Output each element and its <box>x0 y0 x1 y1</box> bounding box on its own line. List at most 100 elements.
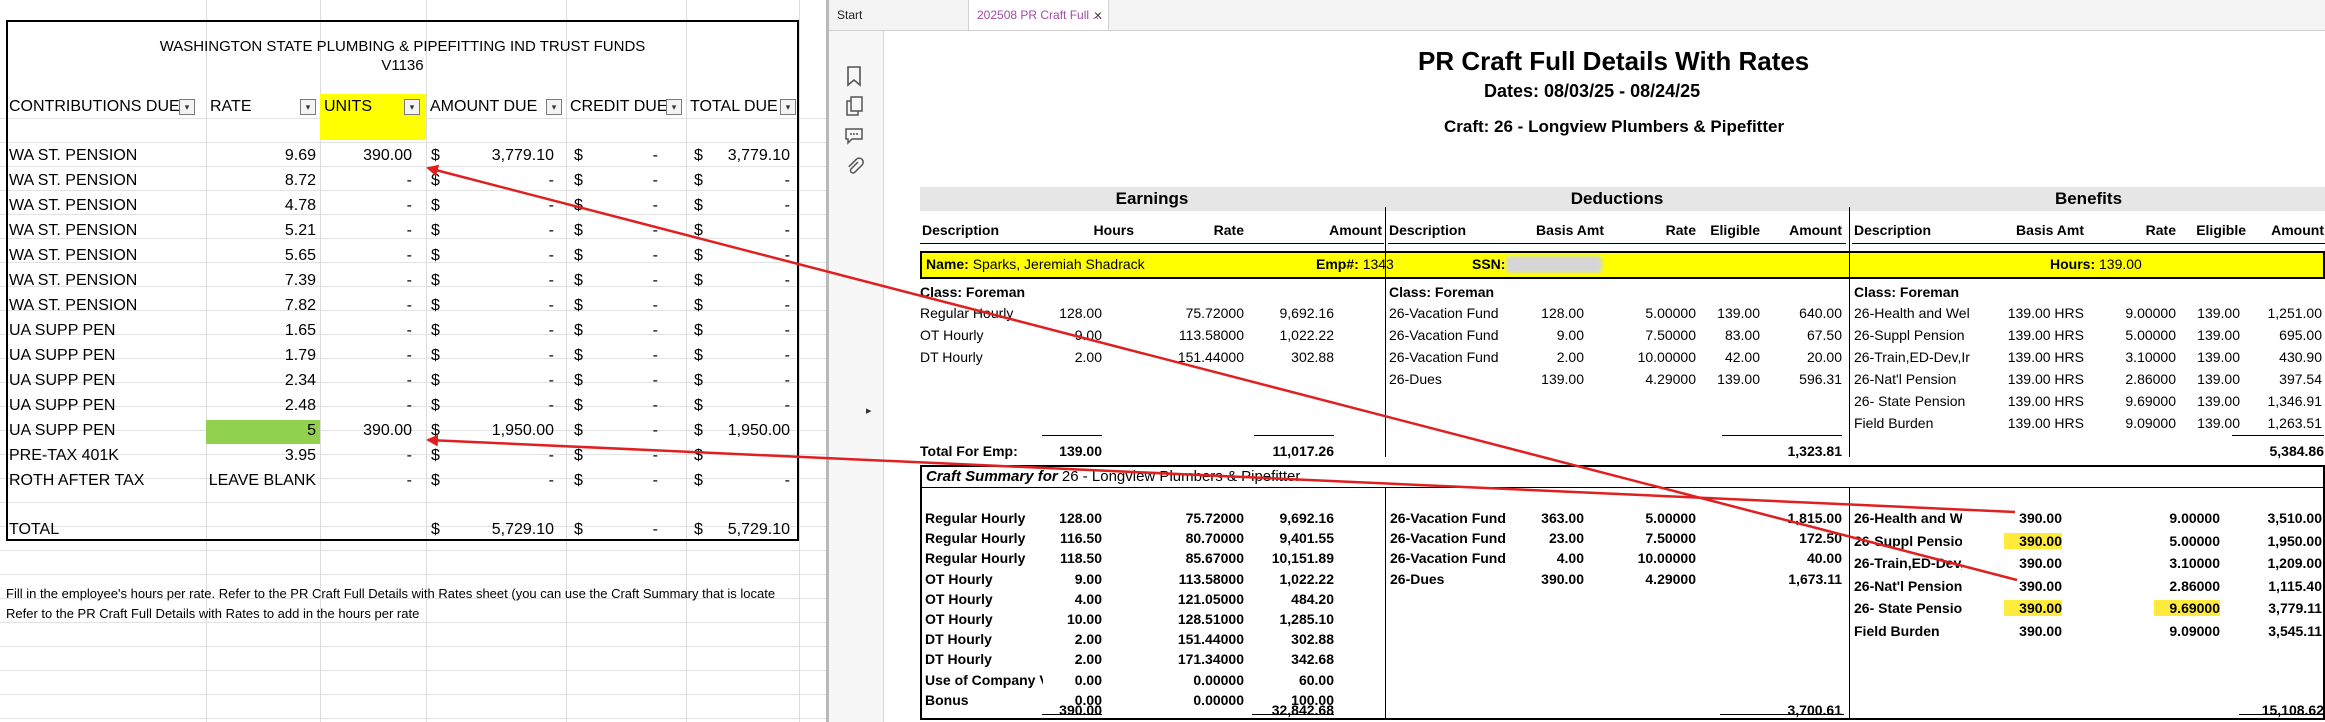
total-due-cell[interactable]: - <box>700 319 790 343</box>
rate-cell[interactable]: 8.72 <box>206 169 316 193</box>
credit-due-cell[interactable]: - <box>574 269 658 293</box>
total-due-cell[interactable]: - <box>700 394 790 418</box>
amount-due-cell[interactable]: - <box>440 219 554 243</box>
contribution-name[interactable]: PRE-TAX 401K <box>9 444 119 468</box>
credit-due-cell[interactable]: - <box>574 369 658 393</box>
credit-due-cell[interactable]: - <box>574 219 658 243</box>
column-header[interactable]: AMOUNT DUE ▾ <box>430 94 566 120</box>
units-cell[interactable]: - <box>320 269 412 293</box>
column-header[interactable]: TOTAL DUE ▾ <box>690 94 800 120</box>
bookmark-icon[interactable] <box>843 65 865 87</box>
credit-due-cell[interactable]: - <box>574 419 658 443</box>
total-due-cell[interactable]: - <box>700 344 790 368</box>
filter-dropdown-icon[interactable]: ▾ <box>666 99 682 115</box>
total-due-cell[interactable]: - <box>700 444 790 468</box>
amount-due-cell[interactable]: - <box>440 469 554 493</box>
total-due-cell[interactable]: - <box>700 219 790 243</box>
total-due-cell[interactable]: - <box>700 269 790 293</box>
credit-due-cell[interactable]: - <box>574 244 658 268</box>
contribution-name[interactable]: UA SUPP PEN <box>9 369 115 393</box>
contribution-name[interactable]: WA ST. PENSION <box>9 219 137 243</box>
rate-cell[interactable]: 2.48 <box>206 394 316 418</box>
units-cell[interactable]: 390.00 <box>320 419 412 443</box>
amount-due-cell[interactable]: - <box>440 344 554 368</box>
rate-cell[interactable]: 3.95 <box>206 444 316 468</box>
instruction-note[interactable]: Fill in the employee's hours per rate. R… <box>6 586 775 601</box>
contribution-name[interactable]: WA ST. PENSION <box>9 144 137 168</box>
column-header[interactable]: CREDIT DUE ▾ <box>570 94 686 120</box>
amount-due-cell[interactable]: - <box>440 369 554 393</box>
rate-cell[interactable]: 5.21 <box>206 219 316 243</box>
total-total-due[interactable]: 5,729.10 <box>700 518 790 542</box>
column-header[interactable]: RATE ▾ <box>210 94 320 120</box>
rate-cell[interactable]: 1.65 <box>206 319 316 343</box>
units-cell[interactable]: - <box>320 444 412 468</box>
credit-due-cell[interactable]: - <box>574 169 658 193</box>
attachment-icon[interactable] <box>843 155 865 177</box>
credit-due-cell[interactable]: - <box>574 394 658 418</box>
units-cell[interactable]: - <box>320 369 412 393</box>
units-cell[interactable]: - <box>320 294 412 318</box>
contribution-name[interactable]: UA SUPP PEN <box>9 344 115 368</box>
pages-icon[interactable] <box>843 95 865 117</box>
amount-due-cell[interactable]: - <box>440 294 554 318</box>
total-amount-due[interactable]: 5,729.10 <box>440 518 554 542</box>
filter-dropdown-icon[interactable]: ▾ <box>300 99 316 115</box>
units-cell[interactable]: - <box>320 469 412 493</box>
rate-cell[interactable]: 4.78 <box>206 194 316 218</box>
amount-due-cell[interactable]: - <box>440 394 554 418</box>
contribution-name[interactable]: WA ST. PENSION <box>9 294 137 318</box>
rate-cell[interactable]: LEAVE BLANK <box>206 469 316 493</box>
amount-due-cell[interactable]: - <box>440 244 554 268</box>
tab-start[interactable]: Start <box>829 0 969 30</box>
close-icon[interactable]: × <box>1094 0 1102 30</box>
amount-due-cell[interactable]: 3,779.10 <box>440 144 554 168</box>
rate-cell[interactable]: 2.34 <box>206 369 316 393</box>
total-due-cell[interactable]: - <box>700 369 790 393</box>
filter-dropdown-icon[interactable]: ▾ <box>546 99 562 115</box>
amount-due-cell[interactable]: - <box>440 169 554 193</box>
contribution-name[interactable]: WA ST. PENSION <box>9 244 137 268</box>
contribution-name[interactable]: UA SUPP PEN <box>9 419 115 443</box>
credit-due-cell[interactable]: - <box>574 294 658 318</box>
units-cell[interactable]: - <box>320 194 412 218</box>
total-label[interactable]: TOTAL <box>9 518 59 542</box>
rate-cell[interactable]: 5.65 <box>206 244 316 268</box>
column-header[interactable]: CONTRIBUTIONS DUE ▾ <box>9 94 199 120</box>
total-due-cell[interactable]: - <box>700 194 790 218</box>
amount-due-cell[interactable]: - <box>440 269 554 293</box>
filter-dropdown-icon[interactable]: ▾ <box>179 99 195 115</box>
units-cell[interactable]: - <box>320 219 412 243</box>
credit-due-cell[interactable]: - <box>574 344 658 368</box>
contribution-name[interactable]: UA SUPP PEN <box>9 394 115 418</box>
contribution-name[interactable]: UA SUPP PEN <box>9 319 115 343</box>
total-credit-due[interactable]: - <box>574 518 658 542</box>
units-cell[interactable]: - <box>320 344 412 368</box>
tab-document[interactable]: 202508 PR Craft Full ... × <box>969 0 1109 30</box>
amount-due-cell[interactable]: 1,950.00 <box>440 419 554 443</box>
instruction-note[interactable]: Refer to the PR Craft Full Details with … <box>6 606 419 621</box>
total-due-cell[interactable]: - <box>700 469 790 493</box>
units-cell[interactable]: 390.00 <box>320 144 412 168</box>
amount-due-cell[interactable]: - <box>440 319 554 343</box>
credit-due-cell[interactable]: - <box>574 194 658 218</box>
total-due-cell[interactable]: - <box>700 294 790 318</box>
filter-dropdown-icon[interactable]: ▾ <box>780 99 796 115</box>
contribution-name[interactable]: ROTH AFTER TAX <box>9 469 144 493</box>
total-due-cell[interactable]: - <box>700 169 790 193</box>
comment-icon[interactable] <box>843 125 865 147</box>
contribution-name[interactable]: WA ST. PENSION <box>9 194 137 218</box>
credit-due-cell[interactable]: - <box>574 444 658 468</box>
rate-cell[interactable]: 7.82 <box>206 294 316 318</box>
credit-due-cell[interactable]: - <box>574 319 658 343</box>
contribution-name[interactable]: WA ST. PENSION <box>9 169 137 193</box>
units-cell[interactable]: - <box>320 169 412 193</box>
units-cell[interactable]: - <box>320 319 412 343</box>
amount-due-cell[interactable]: - <box>440 444 554 468</box>
units-cell[interactable]: - <box>320 244 412 268</box>
contribution-name[interactable]: WA ST. PENSION <box>9 269 137 293</box>
column-header[interactable]: UNITS ▾ <box>324 94 424 120</box>
amount-due-cell[interactable]: - <box>440 194 554 218</box>
total-due-cell[interactable]: 3,779.10 <box>700 144 790 168</box>
rate-cell[interactable]: 7.39 <box>206 269 316 293</box>
